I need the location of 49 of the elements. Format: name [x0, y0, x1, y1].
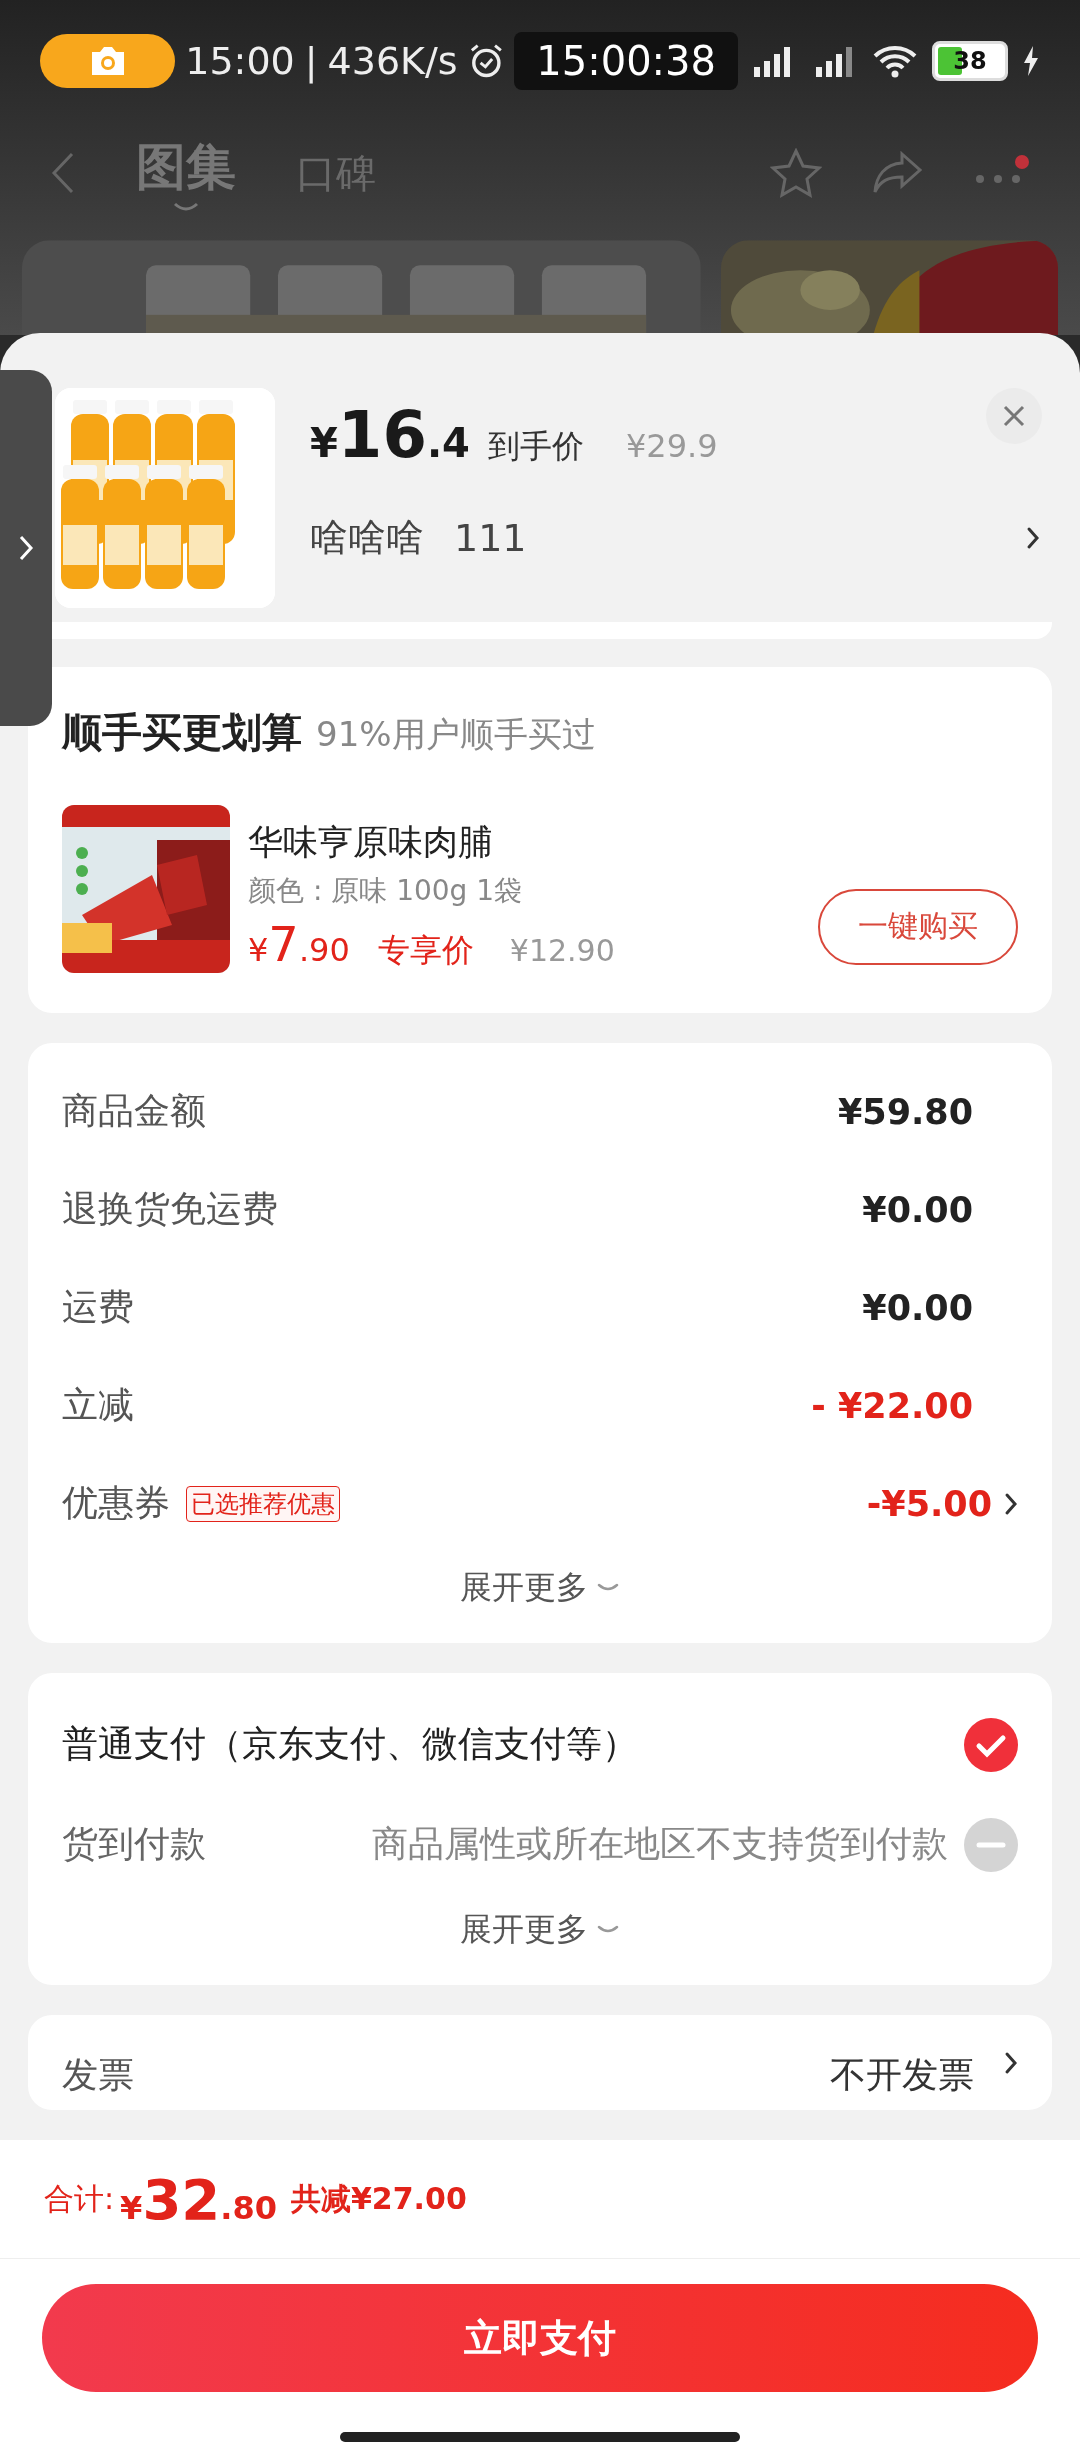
expand-more[interactable]: 展开更多 — [62, 1552, 1018, 1643]
fee-label: 立减 — [62, 1383, 134, 1428]
total-price: ¥32.80 — [120, 2166, 277, 2232]
close-icon — [1003, 405, 1025, 427]
chevron-right-icon — [1026, 525, 1040, 550]
clock: 15:00:38 — [514, 31, 738, 90]
saving-amount: 共减¥27.00 — [291, 2179, 467, 2218]
original-price: ¥12.90 — [509, 932, 615, 968]
product-spec: 颜色 : 原味 100g 1袋 — [248, 872, 524, 909]
chevron-right-icon — [1004, 2050, 1018, 2075]
price-label: 到手价 — [487, 426, 584, 467]
payment-option[interactable]: 普通支付（京东支付、微信支付等） — [62, 1720, 638, 1770]
buy-now-button[interactable]: 一键购买 — [818, 888, 1018, 965]
variant-name: 啥啥啥 — [310, 514, 424, 561]
fee-value: ¥0.00 — [862, 1287, 973, 1328]
back-icon[interactable] — [50, 151, 76, 196]
fee-value: -¥5.00 — [866, 1483, 992, 1524]
price: ¥16.4 — [310, 398, 470, 472]
fee-label: 运费 — [62, 1285, 134, 1330]
product-name: 华味亨原味肉脯 — [248, 820, 494, 864]
invoice-value[interactable]: 不开发票 — [830, 2050, 974, 2100]
price-label: 专享价 — [377, 929, 474, 971]
chevron-right-icon — [1004, 1491, 1018, 1516]
fee-value: - ¥22.00 — [811, 1385, 973, 1426]
section-subtitle: 91%用户顺手买过 — [316, 712, 596, 756]
fee-label: 商品金额 — [62, 1089, 206, 1134]
price: ¥7.90 — [248, 915, 350, 972]
charging-icon — [1022, 44, 1040, 77]
total-label: 合计: — [44, 2179, 115, 2218]
network-speed: 436K/s — [327, 38, 458, 83]
fee-value: ¥0.00 — [862, 1189, 973, 1230]
quantity: 111 — [454, 515, 527, 560]
section-title: 顺手买更划算 — [62, 707, 302, 757]
payment-note: 商品属性或所在地区不支持货到付款 — [372, 1822, 948, 1867]
fee-label: 退换货免运费 — [62, 1187, 278, 1232]
pay-button[interactable]: 立即支付 — [42, 2284, 1038, 2392]
coupon-tag: 已选推荐优惠 — [186, 1485, 340, 1522]
fee-label: 优惠券 — [62, 1481, 170, 1526]
star-icon[interactable] — [770, 148, 822, 199]
expand-more[interactable]: 展开更多 — [62, 1894, 1018, 1985]
tab-indicator-icon — [173, 200, 199, 213]
chevron-right-icon — [18, 534, 34, 562]
fee-value: ¥59.80 — [837, 1091, 973, 1132]
side-handle[interactable] — [0, 370, 52, 726]
separator: | — [304, 38, 318, 83]
original-price: ¥29.9 — [625, 427, 718, 465]
status-time: 15:00 — [185, 38, 295, 83]
invoice-label: 发票 — [62, 2052, 134, 2097]
check-icon[interactable] — [964, 1717, 1018, 1772]
